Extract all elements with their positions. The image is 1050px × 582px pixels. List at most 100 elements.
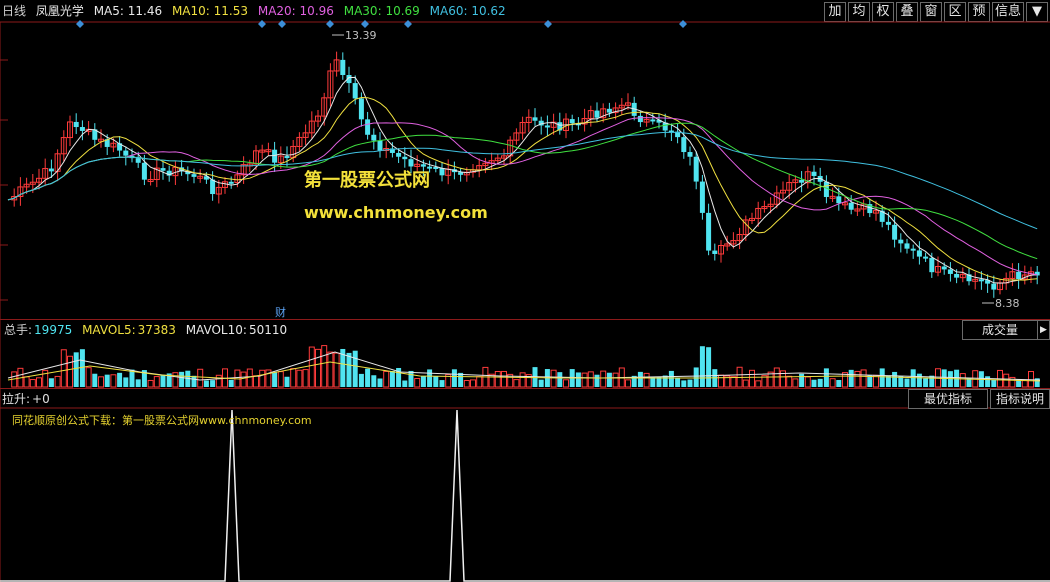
event-diamond-icon <box>76 20 84 28</box>
candle-down <box>544 125 550 128</box>
volume-bar-down <box>650 377 656 387</box>
candle-down <box>687 152 693 157</box>
candle-down <box>929 257 935 273</box>
candle-down <box>272 149 278 163</box>
volume-bar-down <box>191 375 197 387</box>
volume-bar-down <box>923 378 929 387</box>
panel-divider-indicator <box>0 388 1050 389</box>
volume-bar-up <box>308 346 315 388</box>
candle-down <box>228 181 234 184</box>
optimal-indicator-button[interactable]: 最优指标 <box>908 389 988 409</box>
candle-down <box>358 98 364 120</box>
ma5-line <box>7 76 1038 284</box>
candle-down <box>706 212 712 251</box>
volume-bar-down <box>135 379 141 387</box>
volume-bar-up <box>476 376 483 388</box>
volume-bar-down <box>389 370 395 387</box>
volume-bar-up <box>172 372 179 388</box>
candle-down <box>594 110 600 118</box>
volume-bar-down <box>48 378 54 387</box>
candle-down <box>916 250 922 257</box>
volume-bar-up <box>253 375 259 388</box>
volume-bar-up <box>302 369 309 388</box>
volume-bar-up <box>315 348 321 388</box>
indicator-header: 拉升: +0 <box>2 390 56 408</box>
volume-bar-up <box>67 355 73 388</box>
candle-down <box>693 156 699 182</box>
candle-down <box>439 168 445 176</box>
candle-down <box>79 127 85 131</box>
volume-bar-down <box>575 372 581 387</box>
candle-down <box>811 171 817 176</box>
volume-bar-down <box>104 374 110 387</box>
volume-bar-down <box>203 380 209 387</box>
high-price-label: 13.39 <box>345 29 377 42</box>
watermark-url: www.chnmoney.com <box>304 203 488 222</box>
candle-down <box>569 119 575 124</box>
candle-down <box>978 279 984 282</box>
formula-source-note: 同花顺原创公式下载：第一股票公式网www.chnmoney.com <box>12 414 312 427</box>
volume-bar-up <box>829 378 836 388</box>
event-diamond-icon <box>278 20 286 28</box>
volume-bar-down <box>991 379 997 387</box>
volume-bar-up <box>563 379 569 388</box>
volume-bar-up <box>742 379 749 388</box>
volume-bar-up <box>383 370 390 388</box>
kline-chart[interactable] <box>0 0 1050 582</box>
volume-bar-down <box>687 379 693 387</box>
volume-bar-up <box>612 372 619 388</box>
candle-down <box>923 256 929 259</box>
volume-bar-down <box>92 373 98 387</box>
volume-bar-down <box>904 378 910 387</box>
volume-bar-down <box>427 369 433 387</box>
volume-bar-up <box>296 369 303 388</box>
candle-down <box>848 202 854 210</box>
candle-down <box>947 269 953 274</box>
volume-bar-down <box>681 380 687 387</box>
volume-bar-down <box>867 375 873 387</box>
volume-bar-down <box>817 378 823 387</box>
volume-bar-down <box>916 373 922 387</box>
volume-bar-up <box>333 352 340 388</box>
volume-indicator-select[interactable]: 成交量 <box>962 320 1038 340</box>
volume-bar-up <box>494 371 501 388</box>
play-arrow-icon[interactable]: ▶ <box>1037 320 1050 340</box>
volume-bar-down <box>439 380 445 387</box>
candle-down <box>284 156 290 159</box>
candle-down <box>532 117 538 121</box>
volume-bar-up <box>290 368 297 388</box>
volume-bar-up <box>600 370 607 388</box>
volume-bar-down <box>433 376 439 387</box>
event-diamond-icon <box>326 20 334 28</box>
volume-bar-down <box>402 380 408 387</box>
candle-down <box>991 283 997 290</box>
indicator-explain-button[interactable]: 指标说明 <box>990 389 1050 409</box>
volume-bar-down <box>892 371 898 387</box>
candle-down <box>650 119 656 122</box>
volume-bar-down <box>811 379 817 387</box>
volume-bar-down <box>668 370 674 387</box>
indicator-label: 拉升: <box>2 392 31 406</box>
total-volume-value: 19975 <box>34 323 73 337</box>
volume-bar-down <box>606 372 612 387</box>
candle-down <box>160 168 166 171</box>
candle-down <box>637 115 643 123</box>
candle-down <box>954 273 960 278</box>
volume-bar-up <box>259 369 266 388</box>
mavol10-value: 50110 <box>248 323 288 337</box>
candle-down <box>712 250 718 254</box>
candle-down <box>892 224 898 240</box>
volume-bar-up <box>792 378 799 388</box>
volume-bar-up <box>550 369 557 388</box>
volume-bar-up <box>749 369 755 388</box>
candle-down <box>141 162 147 180</box>
volume-bar-up <box>153 376 160 388</box>
finance-marker[interactable]: 财 <box>275 304 286 320</box>
ma30-line <box>7 122 1038 260</box>
volume-bar-up <box>786 375 793 388</box>
total-volume-label: 总手: <box>4 323 33 337</box>
volume-bar-down <box>675 377 681 387</box>
candle-down <box>402 156 408 160</box>
event-diamond-icon <box>544 20 552 28</box>
candle-down <box>885 221 891 225</box>
